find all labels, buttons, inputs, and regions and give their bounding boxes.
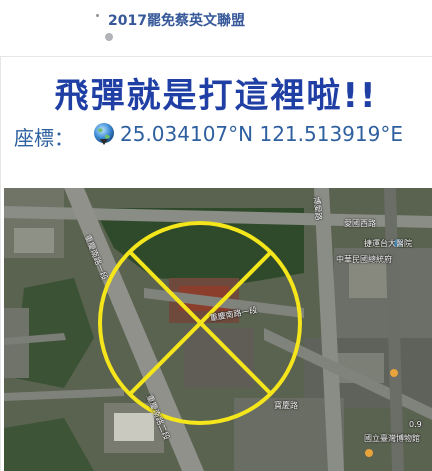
map-label-poi-3: 國立臺灣博物館 [364, 434, 420, 443]
globe-privacy-icon[interactable] [105, 33, 113, 41]
separator-dot [96, 14, 99, 17]
globe-icon [94, 123, 114, 145]
satellite-map: 愛國西路 重慶南路一段 重慶南路二段 重慶南路一段 博愛路 捷運台大醫院 中華民… [4, 188, 432, 471]
coordinates-label: 座標： [14, 126, 74, 150]
group-name-link[interactable]: 2017罷免蔡英文聯盟 [108, 10, 245, 30]
poi-marker [390, 369, 398, 377]
map-label-aiguo-road: 愛國西路 [344, 219, 376, 228]
map-label-small-road: 寶慶路 [274, 401, 298, 410]
poi-marker [365, 449, 373, 457]
post-header: 2017罷免蔡英文聯盟 [0, 0, 432, 56]
map-label-poi-1: 捷運台大醫院 [364, 239, 412, 248]
map-label-boai-road: 博愛路 [312, 196, 324, 221]
coordinates-value: 25.034107°N 121.513919°E [120, 122, 403, 146]
image-headline: 飛彈就是打這裡啦!! [54, 76, 378, 116]
map-label-poi-2: 中華民國總統府 [336, 255, 392, 264]
map-image [4, 188, 432, 471]
map-scale: 0.9 [409, 420, 422, 429]
